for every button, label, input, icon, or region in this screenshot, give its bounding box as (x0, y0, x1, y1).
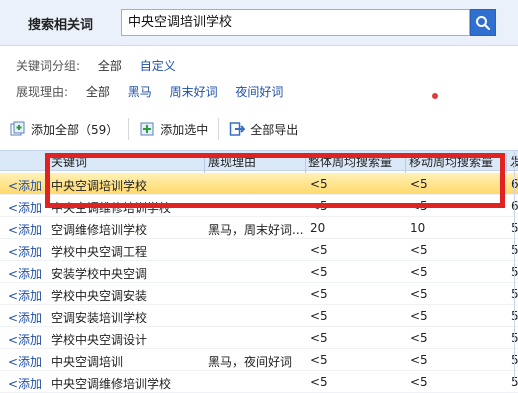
table-row[interactable]: <添加学校中央空调工程<5<55 (0, 239, 518, 261)
table-row[interactable]: <添加空调安装培训学校<5<55 (0, 305, 518, 327)
table-row[interactable]: <添加空调维修培训学校黑马，周末好词...20105 (0, 217, 518, 239)
export-all-label: 全部导出 (250, 122, 299, 137)
search-icon (476, 15, 491, 30)
mobile-weekly-cell: <5 (410, 375, 428, 389)
add-selected-button[interactable]: 添加选中 (129, 117, 218, 141)
reason-option-all[interactable]: 全部 (86, 83, 110, 100)
mobile-weekly-cell: <5 (410, 287, 428, 301)
add-keyword-link[interactable]: <添加 (8, 309, 42, 326)
keyword-cell: 空调维修培训学校 (51, 223, 148, 237)
group-option-custom[interactable]: 自定义 (140, 57, 176, 74)
add-keyword-link[interactable]: <添加 (8, 375, 42, 392)
keyword-cell: 学校中央空调安装 (51, 289, 148, 303)
add-keyword-link[interactable]: <添加 (8, 353, 42, 370)
add-all-button[interactable]: 添加全部（59） (0, 117, 128, 141)
search-input[interactable]: 中央空调培训学校 (121, 9, 470, 36)
reason-option-night[interactable]: 夜间好词 (235, 83, 283, 100)
toolbar: 添加全部（59） 添加选中 全部导出 (0, 112, 518, 146)
total-weekly-cell: <5 (310, 309, 328, 323)
keyword-cell: 学校中央空调工程 (51, 245, 148, 259)
table-row[interactable]: <添加中央空调培训黑马，夜间好词<5<55 (0, 349, 518, 371)
mobile-weekly-cell: <5 (410, 243, 428, 257)
reason-option-weekend[interactable]: 周末好词 (170, 83, 218, 100)
reason-filter: 展现理由: 全部 黑马 周末好词 夜间好词 (16, 83, 297, 100)
search-button[interactable] (470, 9, 496, 36)
keyword-cell: 空调安装培训学校 (51, 311, 148, 325)
reason-cell: 黑马，周末好词... (208, 223, 304, 237)
table-row[interactable]: <添加学校中央空调安装<5<55 (0, 283, 518, 305)
total-weekly-cell: <5 (310, 375, 328, 389)
total-weekly-cell: <5 (310, 243, 328, 257)
reason-cell: 黑马，夜间好词 (208, 355, 293, 369)
table-row[interactable]: <添加安装学校中央空调<5<55 (0, 261, 518, 283)
add-keyword-link[interactable]: <添加 (8, 221, 42, 238)
keyword-cell: 安装学校中央空调 (51, 267, 148, 281)
reason-filter-label: 展现理由: (16, 85, 69, 99)
keyword-cell: 中央空调培训 (51, 355, 124, 369)
add-selected-label: 添加选中 (160, 122, 209, 137)
group-filter-label: 关键词分组: (16, 59, 81, 73)
export-icon (230, 122, 246, 136)
keyword-cell: 学校中央空调设计 (51, 333, 148, 347)
total-weekly-cell: <5 (310, 353, 328, 367)
add-keyword-link[interactable]: <添加 (8, 287, 42, 304)
add-keyword-link[interactable]: <添加 (8, 331, 42, 348)
mobile-weekly-cell: <5 (410, 353, 428, 367)
mobile-weekly-cell: <5 (410, 309, 428, 323)
total-weekly-cell: <5 (310, 287, 328, 301)
highlight-box (45, 153, 505, 208)
add-keyword-link[interactable]: <添加 (8, 177, 42, 194)
mobile-weekly-cell: <5 (410, 265, 428, 279)
export-all-button[interactable]: 全部导出 (219, 117, 308, 141)
add-keyword-link[interactable]: <添加 (8, 199, 42, 216)
add-keyword-link[interactable]: <添加 (8, 243, 42, 260)
keyword-cell: 中央空调维修培训学校 (51, 377, 172, 391)
mobile-weekly-cell: <5 (410, 331, 428, 345)
page-title: 搜索相关词 (28, 18, 94, 33)
group-option-all[interactable]: 全部 (98, 57, 122, 74)
table-row[interactable]: <添加学校中央空调设计<5<55 (0, 327, 518, 349)
mobile-weekly-cell: 10 (410, 221, 426, 235)
red-dot-marker (432, 93, 438, 99)
total-weekly-cell: 20 (310, 221, 326, 235)
column-divider (506, 153, 507, 173)
keyword-group-filter: 关键词分组: 全部 自定义 (16, 57, 190, 74)
add-all-label: 添加全部（59） (31, 122, 119, 137)
total-weekly-cell: <5 (310, 331, 328, 345)
column-edge-line (514, 150, 515, 381)
search-header: 搜索相关词 中央空调培训学校 (0, 0, 518, 46)
add-keyword-link[interactable]: <添加 (8, 265, 42, 282)
total-weekly-cell: <5 (310, 265, 328, 279)
add-selected-icon (140, 122, 154, 136)
reason-option-darkhorse[interactable]: 黑马 (128, 83, 152, 100)
table-row[interactable]: <添加 中央空调维修培训学校 <5 <5 5 (0, 371, 518, 393)
add-all-icon (10, 121, 25, 136)
